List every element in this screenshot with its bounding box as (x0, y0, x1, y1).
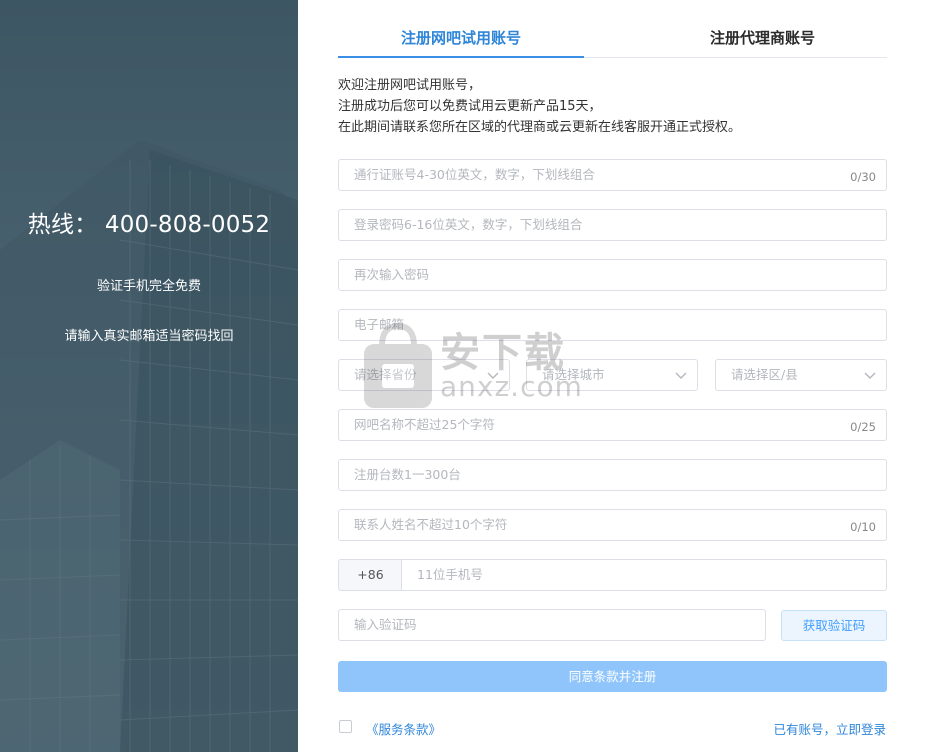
password-input[interactable]: 登录密码6-16位英文，数字，下划线组合 (338, 209, 887, 241)
city-placeholder: 请选择城市 (542, 367, 605, 382)
password-placeholder: 登录密码6-16位英文，数字，下划线组合 (354, 217, 583, 232)
account-placeholder: 通行证账号4-30位英文，数字，下划线组合 (354, 167, 595, 182)
district-placeholder: 请选择区/县 (731, 367, 798, 382)
intro-line-1: 欢迎注册网吧试用账号， (338, 78, 482, 93)
contact-placeholder: 联系人姓名不超过10个字符 (354, 517, 508, 532)
verification-code-input[interactable]: 输入验证码 (338, 609, 766, 641)
contact-name-input[interactable]: 联系人姓名不超过10个字符 0/10 (338, 509, 887, 541)
tab-cafe-trial[interactable]: 注册网吧试用账号 (338, 24, 584, 58)
intro-line-3: 在此期间请联系您所在区域的代理商或云更新在线客服开通正式授权。 (338, 120, 742, 135)
phone-placeholder: 11位手机号 (417, 567, 483, 582)
get-code-button[interactable]: 获取验证码 (781, 610, 887, 641)
intro-text: 欢迎注册网吧试用账号， 注册成功后您可以免费试用云更新产品15天， 在此期间请联… (338, 75, 741, 138)
phone-input[interactable]: 11位手机号 (401, 559, 887, 591)
agree-and-register-button[interactable]: 同意条款并注册 (338, 661, 887, 692)
active-tab-indicator (338, 56, 584, 58)
district-select[interactable]: 请选择区/县 (715, 359, 887, 391)
province-select[interactable]: 请选择省份 (338, 359, 510, 391)
account-counter: 0/30 (850, 170, 876, 184)
terms-link[interactable]: 《服务条款》 (366, 719, 441, 738)
chevron-down-icon (675, 372, 687, 379)
intro-line-2: 注册成功后您可以免费试用云更新产品15天， (338, 99, 602, 114)
left-panel: 热线： 400-808-0052 验证手机完全免费 请输入真实邮箱适当密码找回 (0, 0, 298, 752)
building-background-image (0, 140, 298, 752)
chevron-down-icon (864, 372, 876, 379)
tab-agent[interactable]: 注册代理商账号 (638, 24, 887, 58)
free-verification-text: 验证手机完全免费 (96, 279, 201, 294)
repeat-password-placeholder: 再次输入密码 (354, 267, 430, 282)
login-link[interactable]: 已有账号，立即登录 (773, 719, 886, 738)
cafe-name-counter: 0/25 (850, 420, 876, 434)
code-placeholder: 输入验证码 (354, 617, 417, 632)
machines-input[interactable]: 注册台数1一300台 (338, 459, 887, 491)
contact-counter: 0/10 (850, 520, 876, 534)
chevron-down-icon (487, 372, 499, 379)
register-tabs: 注册网吧试用账号 注册代理商账号 (338, 24, 887, 58)
real-email-hint-text: 请输入真实邮箱适当密码找回 (64, 329, 234, 344)
account-input[interactable]: 通行证账号4-30位英文，数字，下划线组合 0/30 (338, 159, 887, 191)
repeat-password-input[interactable]: 再次输入密码 (338, 259, 887, 291)
hotline-text: 热线： 400-808-0052 (27, 212, 271, 238)
province-placeholder: 请选择省份 (354, 367, 417, 382)
machines-placeholder: 注册台数1一300台 (354, 467, 461, 482)
terms-checkbox[interactable] (339, 720, 352, 733)
email-input[interactable]: 电子邮箱 (338, 309, 887, 341)
phone-country-code[interactable]: +86 (338, 559, 402, 591)
city-select[interactable]: 请选择城市 (526, 359, 698, 391)
email-placeholder: 电子邮箱 (354, 317, 405, 332)
cafe-name-placeholder: 网吧名称不超过25个字符 (354, 417, 495, 432)
cafe-name-input[interactable]: 网吧名称不超过25个字符 0/25 (338, 409, 887, 441)
